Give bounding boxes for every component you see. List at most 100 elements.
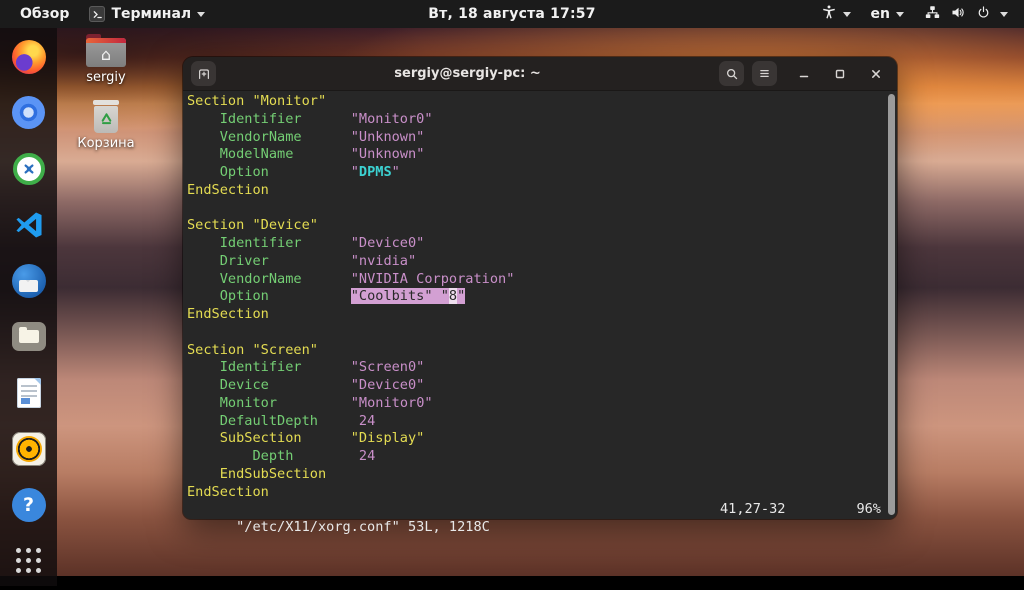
code-segment: "Unknown": [350, 146, 425, 163]
code-segment: "Monitor0": [350, 394, 433, 411]
code-segment: Section "Screen": [187, 341, 318, 358]
terminal-app-icon: [89, 6, 106, 22]
app-menu-button[interactable]: Терминал: [79, 0, 215, 28]
vscode-icon: [15, 211, 42, 238]
dock-item-firefox[interactable]: [10, 38, 48, 75]
terminal-content[interactable]: Section "Monitor" Identifier "Monitor0" …: [183, 91, 897, 535]
minimize-icon: [799, 75, 809, 77]
dock-item-files[interactable]: [10, 318, 48, 355]
thunderbird-icon: [11, 263, 46, 298]
search-icon: [726, 68, 737, 79]
system-menu-button[interactable]: [914, 0, 1018, 28]
dock-item-thunderbird[interactable]: [10, 262, 48, 299]
dock-item-chromium[interactable]: [10, 94, 48, 131]
code-segment: "NVIDIA Corporation": [350, 270, 515, 287]
code-segment: ": [391, 164, 400, 180]
code-segment: Option: [219, 288, 269, 305]
new-tab-button[interactable]: [191, 61, 216, 86]
activities-button[interactable]: Обзор: [10, 0, 79, 28]
code-segment: Section "Device": [187, 217, 318, 234]
code-segment: EndSubSection: [219, 465, 327, 482]
window-title: sergiy@sergiy-pc: ~: [394, 66, 541, 81]
rhythmbox-icon: [11, 431, 46, 466]
code-segment: VendorName: [219, 270, 302, 287]
code-segment: Identifier: [219, 110, 302, 127]
code-segment: Identifier: [219, 359, 302, 376]
terminal-line: EndSection: [187, 484, 897, 502]
chromium-icon: [12, 96, 45, 129]
terminal-line: Identifier "Device0": [187, 235, 897, 253]
cursor-position: 41,27-32: [720, 501, 786, 518]
close-button[interactable]: [865, 63, 887, 85]
minimize-button[interactable]: [793, 63, 815, 85]
scroll-percent: 96%: [856, 501, 881, 518]
chevron-down-icon: [896, 11, 904, 17]
top-bar-left: Обзор Терминал: [0, 0, 215, 28]
code-segment: "Unknown": [350, 128, 425, 145]
code-segment: Device: [219, 377, 269, 393]
trash-icon: [93, 100, 119, 133]
search-button[interactable]: [719, 61, 744, 86]
volume-icon: [950, 4, 967, 25]
terminal-window: sergiy@sergiy-pc: ~ Section "Monitor" Id…: [183, 57, 897, 535]
dock-item-writer[interactable]: [10, 374, 48, 411]
dock-item-sync-app[interactable]: [10, 150, 48, 187]
terminal-line: Section "Screen": [187, 342, 897, 360]
recycle-glyph: [101, 113, 111, 125]
terminal-line: Option "Coolbits" "8": [187, 288, 897, 306]
menu-icon: [760, 70, 769, 77]
files-icon: [11, 322, 46, 351]
terminal-line: SubSection "Display": [187, 430, 897, 448]
terminal-header[interactable]: sergiy@sergiy-pc: ~: [183, 57, 897, 91]
code-segment: VendorName: [219, 128, 302, 145]
terminal-line: VendorName "Unknown": [187, 129, 897, 147]
firefox-icon: [11, 39, 46, 74]
menu-button[interactable]: [752, 61, 777, 86]
code-segment: DPMS: [358, 164, 392, 180]
code-segment: "Screen0": [350, 359, 425, 376]
accessibility-menu-button[interactable]: [811, 0, 861, 28]
input-language-button[interactable]: en: [861, 0, 914, 28]
dock-item-app-grid[interactable]: [10, 542, 48, 579]
maximize-button[interactable]: [829, 63, 851, 85]
terminal-line: VendorName "NVIDIA Corporation": [187, 271, 897, 289]
clock-button[interactable]: Вт, 18 августа 17:57: [416, 0, 607, 28]
code-segment: SubSection: [219, 430, 302, 447]
desktop-icon-home-folder[interactable]: ⌂ sergiy: [77, 33, 135, 85]
terminal-line: Option "DPMS": [187, 164, 897, 182]
dock-item-help[interactable]: ?: [10, 486, 48, 523]
top-bar-right: en: [811, 0, 1024, 28]
code-segment: Monitor: [219, 394, 278, 411]
code-segment: EndSection: [187, 306, 269, 322]
dock-item-rhythmbox[interactable]: [10, 430, 48, 467]
terminal-scrollbar[interactable]: [888, 94, 895, 515]
code-segment: Section "Monitor": [187, 93, 327, 109]
dock-item-vscode[interactable]: [10, 206, 48, 243]
desktop-icon-trash[interactable]: Корзина: [77, 100, 135, 151]
home-folder-icon: ⌂: [86, 34, 126, 67]
terminal-line: Identifier "Monitor0": [187, 111, 897, 129]
terminal-line: Driver "nvidia": [187, 253, 897, 271]
desktop-icons: ⌂ sergiy Корзина: [77, 33, 135, 151]
code-segment: 24: [358, 412, 376, 429]
power-icon: [976, 5, 991, 24]
code-segment: "Coolbits" ": [350, 288, 449, 305]
